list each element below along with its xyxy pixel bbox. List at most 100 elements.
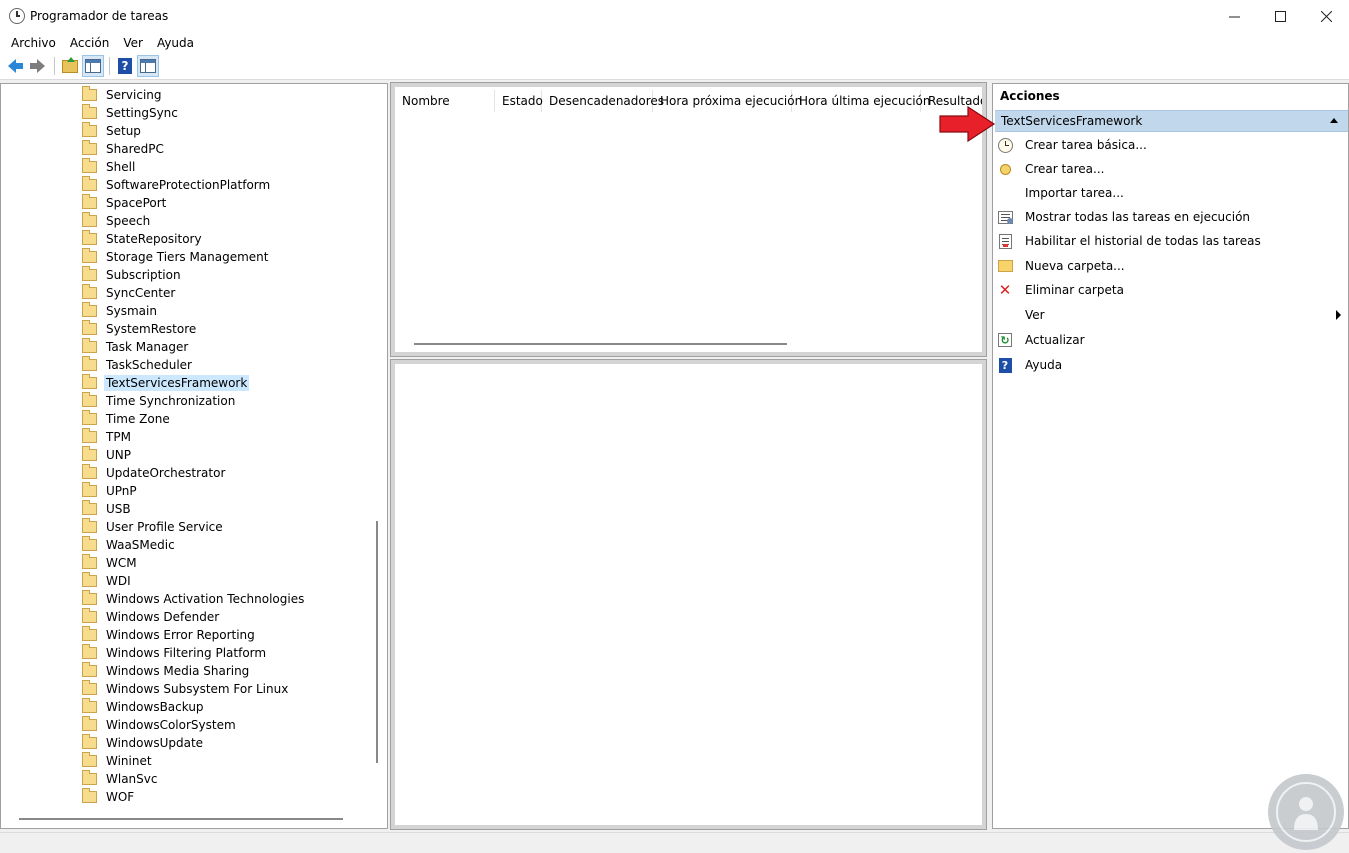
- tree-item[interactable]: Servicing: [82, 86, 164, 104]
- tree-item[interactable]: USB: [82, 500, 133, 518]
- tree-item-label: WaaSMedic: [106, 538, 175, 552]
- menu-accion[interactable]: Acción: [63, 36, 116, 50]
- folder-icon: [82, 122, 97, 137]
- action-habilitar-historial[interactable]: Habilitar el historial de todas las tare…: [997, 230, 1347, 252]
- tree-item[interactable]: User Profile Service: [82, 518, 225, 536]
- actions-section-header[interactable]: TextServicesFramework: [995, 110, 1348, 132]
- maximize-button[interactable]: [1257, 0, 1303, 32]
- tree-item[interactable]: UpdateOrchestrator: [82, 464, 227, 482]
- tree-item[interactable]: SettingSync: [82, 104, 180, 122]
- menu-bar: Archivo Acción Ver Ayuda: [0, 32, 1349, 53]
- action-crear-tarea-basica[interactable]: Crear tarea básica...: [997, 134, 1347, 156]
- forward-button[interactable]: [27, 55, 49, 77]
- action-ver[interactable]: Ver: [997, 304, 1347, 326]
- tree-item[interactable]: TPM: [82, 428, 133, 446]
- column-header-ultima-ejecucion[interactable]: Hora última ejecución: [792, 90, 930, 112]
- tree-item-label: Servicing: [106, 88, 162, 102]
- column-header-proxima-ejecucion[interactable]: Hora próxima ejecución: [653, 90, 802, 112]
- tree-item-label: USB: [106, 502, 131, 516]
- tree-item-label: StateRepository: [106, 232, 202, 246]
- menu-ayuda[interactable]: Ayuda: [150, 36, 201, 50]
- tree-item-label: WDI: [106, 574, 131, 588]
- menu-ver[interactable]: Ver: [116, 36, 150, 50]
- tree-item[interactable]: Windows Activation Technologies: [82, 590, 306, 608]
- tree-item[interactable]: Time Synchronization: [82, 392, 237, 410]
- collapse-caret-icon[interactable]: [1330, 118, 1338, 123]
- actions-section-label: TextServicesFramework: [1001, 114, 1143, 128]
- tree-vertical-scrollbar[interactable]: [376, 521, 378, 763]
- submenu-arrow-icon: [1336, 310, 1341, 320]
- column-header-estado[interactable]: Estado: [495, 90, 543, 112]
- menu-archivo[interactable]: Archivo: [4, 36, 63, 50]
- tree-item[interactable]: Wininet: [82, 752, 154, 770]
- tree-item[interactable]: SystemRestore: [82, 320, 198, 338]
- tree-item[interactable]: Windows Defender: [82, 608, 221, 626]
- action-label: Nueva carpeta...: [1025, 259, 1125, 273]
- column-header-nombre[interactable]: Nombre: [395, 90, 495, 112]
- tree-item[interactable]: UPnP: [82, 482, 139, 500]
- tree-item[interactable]: WDI: [82, 572, 133, 590]
- tree-item[interactable]: Subscription: [82, 266, 183, 284]
- tree-item[interactable]: SoftwareProtectionPlatform: [82, 176, 272, 194]
- action-ayuda[interactable]: ? Ayuda: [997, 354, 1347, 376]
- action-eliminar-carpeta[interactable]: ✕ Eliminar carpeta: [997, 279, 1347, 301]
- tree-item[interactable]: WaaSMedic: [82, 536, 177, 554]
- tree-item[interactable]: WlanSvc: [82, 770, 159, 788]
- folder-icon: [82, 536, 97, 551]
- tree-item[interactable]: Speech: [82, 212, 152, 230]
- close-button[interactable]: [1303, 0, 1349, 32]
- action-actualizar[interactable]: ↻ Actualizar: [997, 329, 1347, 351]
- tree-item[interactable]: TaskScheduler: [82, 356, 194, 374]
- tree-item-label: Windows Subsystem For Linux: [106, 682, 289, 696]
- action-label: Importar tarea...: [1025, 186, 1124, 200]
- tree-item[interactable]: Shell: [82, 158, 137, 176]
- folder-icon: [82, 698, 97, 713]
- column-header-desencadenadores[interactable]: Desencadenadores: [542, 90, 664, 112]
- tree-item[interactable]: Windows Filtering Platform: [82, 644, 268, 662]
- folder-icon: [82, 608, 97, 623]
- tree-item[interactable]: SpacePort: [82, 194, 168, 212]
- task-list-horizontal-scrollbar[interactable]: [414, 343, 787, 345]
- history-icon: [997, 233, 1013, 249]
- tree-item[interactable]: Storage Tiers Management: [82, 248, 271, 266]
- tree-item-label: SoftwareProtectionPlatform: [106, 178, 271, 192]
- tree-item[interactable]: Task Manager: [82, 338, 190, 356]
- action-label: Eliminar carpeta: [1025, 283, 1124, 297]
- action-nueva-carpeta[interactable]: Nueva carpeta...: [997, 255, 1347, 277]
- action-crear-tarea[interactable]: Crear tarea...: [997, 158, 1347, 180]
- tree-item[interactable]: WindowsUpdate: [82, 734, 205, 752]
- show-console-tree-button[interactable]: [82, 55, 104, 77]
- action-importar-tarea[interactable]: Importar tarea...: [997, 182, 1347, 204]
- action-mostrar-tareas-ejecucion[interactable]: Mostrar todas las tareas en ejecución: [997, 206, 1347, 228]
- tree-item-label: SettingSync: [106, 106, 178, 120]
- tree-item[interactable]: WOF: [82, 788, 136, 806]
- forward-arrow-icon: [30, 59, 45, 73]
- tree-item[interactable]: SyncCenter: [82, 284, 177, 302]
- folder-icon: [82, 428, 97, 443]
- tree-item[interactable]: Time Zone: [82, 410, 172, 428]
- tree-item[interactable]: Windows Error Reporting: [82, 626, 257, 644]
- tree-item[interactable]: WindowsColorSystem: [82, 716, 238, 734]
- help-button[interactable]: ?: [114, 55, 136, 77]
- tree-item[interactable]: Setup: [82, 122, 143, 140]
- toolbar: ?: [0, 53, 1349, 80]
- show-action-pane-button[interactable]: [137, 55, 159, 77]
- running-tasks-icon: [997, 209, 1013, 225]
- tree-item[interactable]: SharedPC: [82, 140, 166, 158]
- tree-item[interactable]: StateRepository: [82, 230, 204, 248]
- toolbar-separator: [54, 57, 55, 75]
- tree-item[interactable]: WindowsBackup: [82, 698, 206, 716]
- tree-item[interactable]: Windows Subsystem For Linux: [82, 680, 290, 698]
- tree-item[interactable]: TextServicesFramework: [82, 374, 250, 392]
- tree-horizontal-scrollbar[interactable]: [19, 818, 343, 820]
- console-tree[interactable]: Servicing SettingSync Setup SharedPC Shell So…: [0, 83, 388, 829]
- tree-item[interactable]: UNP: [82, 446, 133, 464]
- maximize-icon: [1274, 10, 1286, 22]
- up-folder-button[interactable]: [59, 55, 81, 77]
- back-button[interactable]: [4, 55, 26, 77]
- tree-item[interactable]: WCM: [82, 554, 139, 572]
- minimize-button[interactable]: [1211, 0, 1257, 32]
- tree-item[interactable]: Windows Media Sharing: [82, 662, 251, 680]
- tree-item[interactable]: Sysmain: [82, 302, 159, 320]
- action-label: Actualizar: [1025, 333, 1085, 347]
